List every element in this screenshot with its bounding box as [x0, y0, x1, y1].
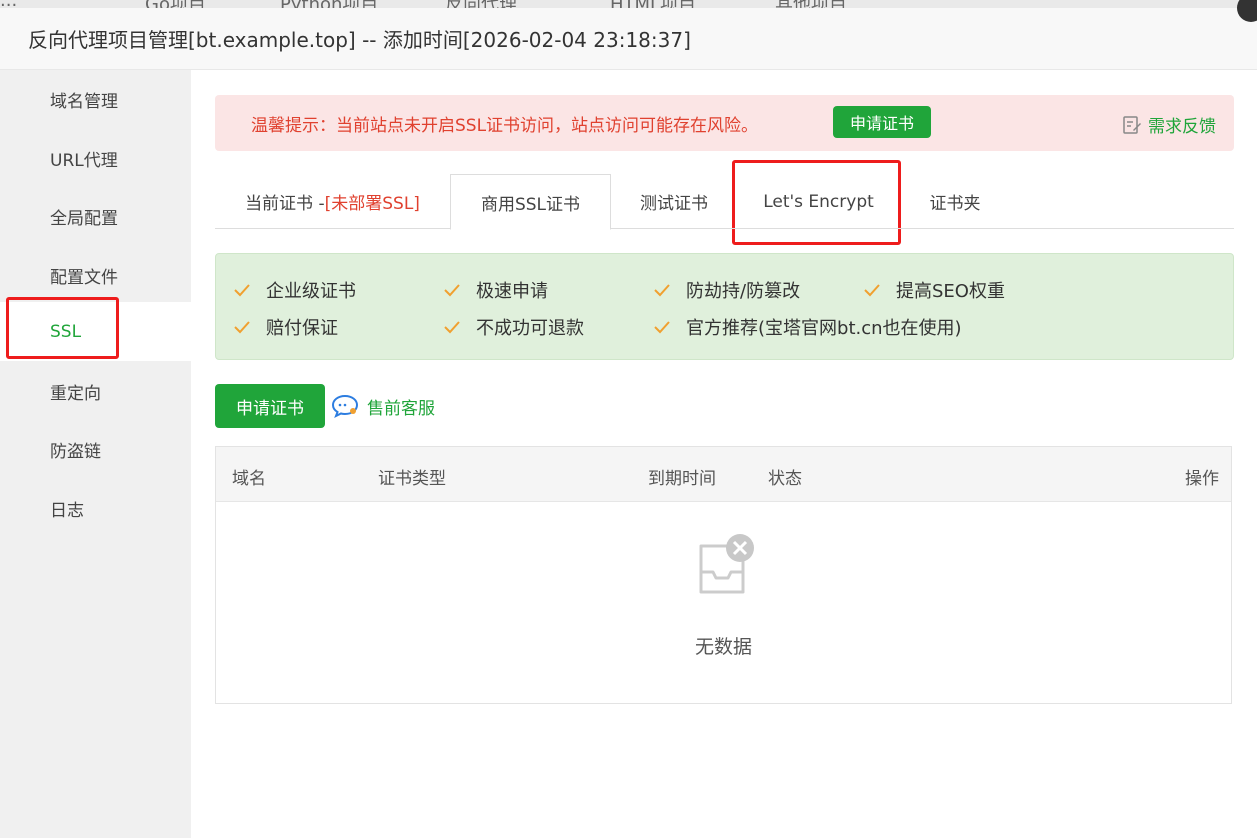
- background-tab-label: Go项目: [145, 0, 206, 8]
- check-icon: [234, 321, 250, 334]
- tab-current-label: 当前证书 -: [245, 194, 325, 214]
- tab-commercial-label: 商用SSL证书: [480, 194, 581, 215]
- tab-test-label: 测试证书: [640, 194, 708, 214]
- background-tab-label: ...: [0, 0, 17, 8]
- alert-apply-cert-button[interactable]: 申请证书: [833, 106, 931, 138]
- tab-folder-label: 证书夹: [929, 194, 981, 214]
- ssl-warning-alert: 温馨提示：当前站点未开启SSL证书访问，站点访问可能存在风险。 申请证书 需求反…: [215, 95, 1234, 151]
- ssl-features-panel: 企业级证书 极速申请 防劫持/防篡改 提高SEO权重 赔付保证 不成功可退款 官…: [215, 253, 1234, 360]
- sidebar-item-domain[interactable]: 域名管理: [0, 70, 191, 129]
- sidebar-item-ssl[interactable]: SSL: [0, 302, 191, 361]
- feedback-link[interactable]: 需求反馈: [1122, 112, 1216, 137]
- dialog-title: 反向代理项目管理[bt.example.top] -- 添加时间[2026-02…: [28, 28, 691, 52]
- empty-state: 无数据: [216, 532, 1231, 659]
- feature-item: 企业级证书: [232, 277, 356, 303]
- check-icon: [444, 284, 460, 297]
- sidebar-item-global-config[interactable]: 全局配置: [0, 187, 191, 246]
- background-tab-label: Python项目: [280, 0, 378, 8]
- feature-label: 防劫持/防篡改: [686, 281, 801, 302]
- tab-test-cert[interactable]: 测试证书: [611, 174, 737, 229]
- sidebar-item-label: URL代理: [50, 151, 118, 171]
- feature-label: 官方推荐(宝塔官网bt.cn也在使用): [686, 318, 962, 339]
- feedback-label: 需求反馈: [1148, 117, 1216, 137]
- feature-item: 提高SEO权重: [862, 277, 1005, 303]
- feature-label: 企业级证书: [266, 281, 356, 302]
- sidebar-item-log[interactable]: 日志: [0, 479, 191, 538]
- feature-item: 极速申请: [442, 277, 548, 303]
- sidebar-item-config-file[interactable]: 配置文件: [0, 246, 191, 305]
- background-tab-label: 反向代理: [445, 0, 517, 8]
- tab-current-cert[interactable]: 当前证书 - [未部署SSL]: [215, 174, 450, 229]
- tab-letsencrypt[interactable]: Let's Encrypt: [737, 174, 900, 229]
- tab-letsencrypt-label: Let's Encrypt: [763, 191, 874, 212]
- tab-cert-folder[interactable]: 证书夹: [900, 174, 1010, 229]
- column-header-expire: 到期时间: [648, 469, 716, 489]
- sidebar-item-label: 域名管理: [50, 92, 118, 112]
- sidebar-item-hotlink[interactable]: 防盗链: [0, 420, 191, 479]
- cert-table: 域名 证书类型 到期时间 状态 操作 无数据: [215, 446, 1232, 704]
- sidebar-item-label: 配置文件: [50, 268, 118, 288]
- apply-cert-button[interactable]: 申请证书: [215, 384, 325, 428]
- feature-label: 提高SEO权重: [896, 281, 1005, 302]
- feature-item: 防劫持/防篡改: [652, 277, 800, 303]
- chat-bubble-icon: [331, 394, 359, 419]
- column-header-actions: 操作: [1185, 469, 1219, 489]
- sidebar-item-label: 防盗链: [50, 442, 101, 462]
- empty-text: 无数据: [694, 636, 752, 658]
- column-header-domain: 域名: [232, 469, 266, 489]
- sidebar-item-label: 日志: [50, 501, 84, 521]
- close-icon[interactable]: [1237, 0, 1257, 22]
- sidebar-item-label: 全局配置: [50, 209, 118, 229]
- tab-commercial-ssl[interactable]: 商用SSL证书: [450, 174, 611, 230]
- check-icon: [444, 321, 460, 334]
- presale-label: 售前客服: [367, 398, 435, 419]
- sidebar-item-redirect[interactable]: 重定向: [0, 362, 191, 421]
- sidebar-item-url-proxy[interactable]: URL代理: [0, 129, 191, 188]
- check-icon: [654, 284, 670, 297]
- check-icon: [864, 284, 880, 297]
- tab-current-status: [未部署SSL]: [324, 194, 420, 214]
- column-header-cert-type: 证书类型: [378, 469, 446, 489]
- presale-service-link[interactable]: 售前客服: [331, 393, 435, 419]
- check-icon: [234, 284, 250, 297]
- background-tab-strip: ... Go项目 Python项目 反向代理 HTML项目 其他项目: [0, 0, 1257, 8]
- cert-tabs: 当前证书 - [未部署SSL] 商用SSL证书 测试证书 Let's Encryp…: [215, 174, 1234, 230]
- dialog-titlebar: 反向代理项目管理[bt.example.top] -- 添加时间[2026-02…: [0, 0, 1257, 70]
- feature-label: 极速申请: [476, 281, 548, 302]
- check-icon: [654, 321, 670, 334]
- table-header: 域名 证书类型 到期时间 状态 操作: [216, 447, 1231, 502]
- sidebar: 域名管理 URL代理 全局配置 配置文件 SSL 重定向 防盗链 日志: [0, 70, 191, 838]
- empty-inbox-icon: [699, 534, 754, 594]
- feature-item: 赔付保证: [232, 314, 338, 340]
- background-tab-label: 其他项目: [775, 0, 847, 8]
- edit-note-icon: [1123, 115, 1141, 134]
- sidebar-item-label: SSL: [50, 321, 82, 342]
- column-header-status: 状态: [768, 469, 802, 489]
- feature-item: 不成功可退款: [442, 314, 584, 340]
- alert-text: 温馨提示：当前站点未开启SSL证书访问，站点访问可能存在风险。: [251, 115, 759, 136]
- feature-item: 官方推荐(宝塔官网bt.cn也在使用): [652, 314, 962, 340]
- sidebar-item-label: 重定向: [50, 384, 101, 404]
- background-tab-label: HTML项目: [610, 0, 696, 8]
- feature-label: 赔付保证: [266, 318, 338, 339]
- feature-label: 不成功可退款: [476, 318, 584, 339]
